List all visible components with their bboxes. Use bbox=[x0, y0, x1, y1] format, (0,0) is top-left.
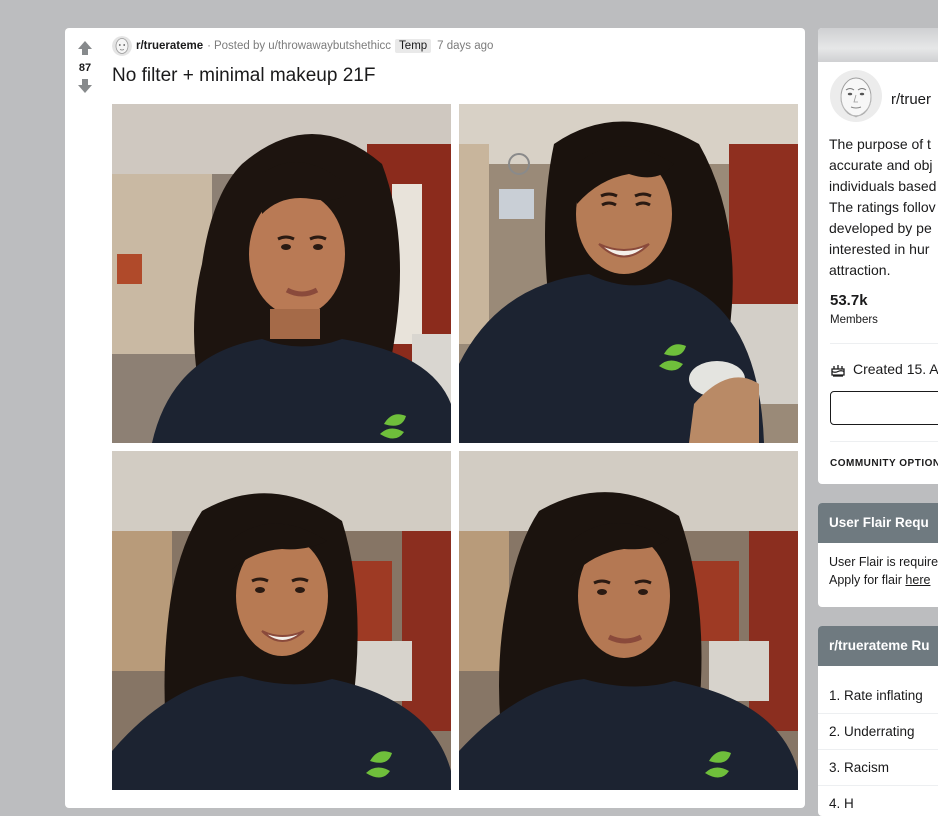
rules-card-header: r/truerateme Ru bbox=[818, 626, 938, 666]
flair-text-line: User Flair is require bbox=[829, 555, 938, 569]
description-line: individuals based bbox=[829, 178, 937, 194]
flair-apply-text: Apply for flair bbox=[829, 573, 906, 587]
gallery-image-3[interactable] bbox=[112, 451, 451, 790]
gallery-image-1[interactable] bbox=[112, 104, 451, 443]
flair-apply-line: Apply for flair here bbox=[829, 571, 938, 589]
post-time[interactable]: 7 days ago bbox=[437, 40, 493, 52]
flair-apply-link[interactable]: here bbox=[905, 573, 930, 587]
description-line: interested in hur bbox=[829, 241, 930, 257]
vote-score: 87 bbox=[78, 62, 92, 74]
description-line: The purpose of t bbox=[829, 136, 931, 152]
meta-separator: · bbox=[207, 40, 211, 52]
community-options-toggle[interactable]: COMMUNITY OPTION bbox=[830, 458, 938, 469]
post-meta: r/truerateme · Posted by u/throwawaybuts… bbox=[112, 36, 493, 56]
rule-item[interactable]: 2. Underrating bbox=[818, 714, 938, 750]
user-flair-card: User Flair Requ User Flair is require Ap… bbox=[818, 503, 938, 607]
members-label: Members bbox=[830, 314, 878, 326]
community-avatar[interactable] bbox=[830, 70, 882, 122]
community-header: r/truer bbox=[818, 62, 938, 122]
gallery-image-4[interactable] bbox=[459, 451, 798, 790]
rules-card: r/truerateme Ru 1. Rate inflating 2. Und… bbox=[818, 626, 938, 816]
subreddit-avatar[interactable] bbox=[112, 36, 132, 56]
created-date: Created 15. A bbox=[830, 361, 938, 377]
join-button[interactable] bbox=[830, 391, 938, 425]
post-card: 87 r/truerateme · Posted by u/throwawayb… bbox=[65, 28, 805, 808]
about-community-card: r/truer The purpose of t accurate and ob… bbox=[818, 28, 938, 484]
description-line: The ratings follov bbox=[829, 199, 936, 215]
divider bbox=[830, 343, 938, 344]
cake-icon bbox=[831, 365, 845, 377]
community-description: The purpose of t accurate and obj indivi… bbox=[829, 134, 938, 281]
rule-item[interactable]: 1. Rate inflating bbox=[818, 678, 938, 714]
members-count: 53.7k bbox=[830, 292, 868, 309]
description-line: attraction. bbox=[829, 262, 891, 278]
description-line: accurate and obj bbox=[829, 157, 933, 173]
community-banner bbox=[818, 28, 938, 62]
divider bbox=[830, 441, 938, 442]
rule-item[interactable]: 4. H bbox=[818, 786, 938, 816]
post-title[interactable]: No filter + minimal makeup 21F bbox=[112, 65, 375, 87]
posted-by-link[interactable]: Posted by u/throwawaybutshethicc bbox=[214, 40, 391, 52]
upvote-arrow-icon[interactable] bbox=[77, 40, 93, 56]
vote-column: 87 bbox=[65, 28, 105, 808]
community-name[interactable]: r/truer bbox=[891, 91, 931, 108]
image-gallery bbox=[112, 104, 800, 794]
gallery-image-2[interactable] bbox=[459, 104, 798, 443]
flair-card-body: User Flair is require Apply for flair he… bbox=[818, 543, 938, 599]
post-flair-badge[interactable]: Temp bbox=[395, 39, 432, 53]
rule-item[interactable]: 3. Racism bbox=[818, 750, 938, 786]
subreddit-link[interactable]: r/truerateme bbox=[136, 40, 203, 52]
description-line: developed by pe bbox=[829, 220, 932, 236]
flair-card-header: User Flair Requ bbox=[818, 503, 938, 543]
downvote-arrow-icon[interactable] bbox=[77, 78, 93, 94]
created-text: Created 15. A bbox=[853, 361, 938, 377]
